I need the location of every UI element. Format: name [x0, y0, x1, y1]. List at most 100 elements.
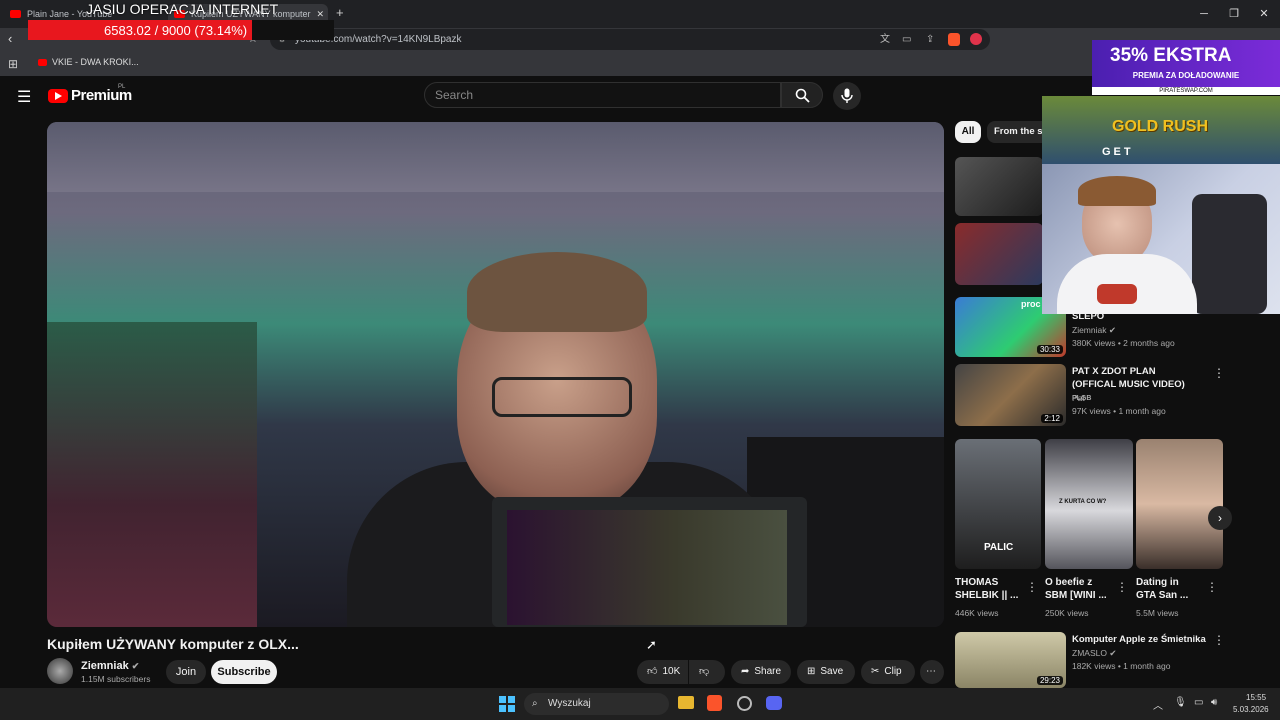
video-frame-laptop-screen [507, 510, 787, 625]
channel-text: Ziemniak [1072, 325, 1107, 335]
duration-badge: 29:23 [1036, 676, 1063, 685]
clock-date[interactable]: 5.03.2026 [1233, 705, 1269, 714]
video-title[interactable]: PAT X ZDOT PLAN (OFFICAL MUSIC VIDEO) PL… [1072, 365, 1197, 405]
more-actions-button[interactable]: ⋯ [920, 660, 944, 684]
video-channel[interactable]: ZMASLO ✔ [1072, 647, 1116, 660]
scissors-icon: ✂ [871, 666, 880, 677]
subscribe-button[interactable]: Subscribe [211, 660, 277, 684]
share-icon: ➦ [741, 666, 750, 677]
game-title: GOLD RUSH [1112, 118, 1208, 135]
video-channel[interactable]: Pat [1072, 392, 1085, 405]
video-thumbnail[interactable]: 29:23 [955, 632, 1066, 688]
volume-icon[interactable]: 🔊︎ [1211, 697, 1217, 708]
duration-badge: 2:12 [1041, 414, 1063, 423]
short-thumbnail[interactable]: PALIC [955, 439, 1041, 569]
file-explorer-icon[interactable] [678, 696, 694, 709]
dislike-button[interactable]: 👎︎ [689, 660, 725, 684]
video-thumbnail[interactable] [955, 223, 1043, 285]
apps-grid-icon[interactable]: ⊞ [8, 57, 18, 71]
goal-progress-text: 6583.02 / 9000 (73.14%) [104, 23, 248, 38]
chip-from-series[interactable]: From the se [987, 121, 1043, 143]
video-title[interactable]: Komputer Apple ze Śmietnika [1072, 633, 1206, 646]
address-bar[interactable]: ⚙ youtube.com/watch?v=14KN9LBpazk 文 ▭ ⇪ [270, 29, 990, 50]
close-window-icon[interactable]: ✕ [1256, 6, 1272, 22]
clip-label: Clip [884, 666, 902, 677]
more-vert-icon[interactable]: ⋮ [1213, 366, 1225, 380]
minimize-icon[interactable]: ─ [1196, 6, 1212, 22]
network-icon[interactable]: ▭ [1194, 697, 1203, 708]
cast-icon[interactable]: ▭ [902, 29, 911, 50]
channel-avatar[interactable] [47, 658, 73, 684]
more-vert-icon[interactable]: ⋮ [1026, 580, 1038, 594]
brave-shield-icon[interactable] [948, 33, 960, 46]
goal-title: JASIU OPERACJA INTERNET [86, 1, 279, 17]
share-label: Share [754, 666, 782, 677]
taskbar-search[interactable]: ⌕ Wyszukaj [524, 693, 669, 715]
video-thumbnail[interactable]: 2:12 [955, 364, 1066, 426]
game-subtitle: GET [1102, 146, 1134, 158]
video-channel[interactable]: Ziemniak ✔ [1072, 324, 1116, 337]
microphone-icon [1097, 284, 1137, 304]
channel-name-text: Ziemniak [81, 660, 129, 672]
windows-start-icon[interactable] [499, 696, 515, 712]
short-thumbnail-text: PALIC [984, 542, 1014, 553]
video-thumbnail[interactable] [955, 157, 1043, 216]
new-tab-button[interactable]: + [336, 5, 344, 20]
like-button[interactable]: 👍︎ 10K [637, 660, 688, 684]
restore-icon[interactable]: ❐ [1226, 6, 1242, 22]
menu-icon[interactable]: ☰ [17, 87, 31, 107]
short-title[interactable]: Dating in GTA San ... [1136, 576, 1200, 602]
chip-all[interactable]: All [955, 121, 981, 143]
share-button[interactable]: ➦ Share [731, 660, 791, 684]
ad-domain: PIRATESWAP.COM [1092, 87, 1280, 95]
verified-icon: ✔ [1108, 325, 1116, 335]
brave-browser-icon[interactable] [707, 695, 722, 711]
game-overlay: GOLD RUSH GET [1042, 96, 1280, 164]
bookmarks-bar: ⊞ VKIE - DWA KROKI... [0, 52, 1280, 76]
video-meta: 380K views • 2 months ago [1072, 338, 1175, 348]
clock-time[interactable]: 15:55 [1246, 693, 1266, 702]
mouse-cursor-icon: ➚ [646, 637, 657, 652]
rewards-icon[interactable] [970, 33, 982, 45]
save-playlist-icon: ⊞ [807, 666, 816, 677]
share-page-icon[interactable]: ⇪ [926, 29, 934, 50]
thumbs-up-icon: 👍︎ [647, 666, 658, 677]
search-input[interactable]: Search [424, 82, 781, 108]
youtube-favicon-icon [38, 58, 47, 66]
more-vert-icon[interactable]: ⋮ [1213, 633, 1225, 647]
ad-subline: PREMIA ZA DOŁADOWANIE [1132, 71, 1240, 80]
video-player[interactable] [47, 122, 944, 627]
translate-icon[interactable]: 文 [880, 29, 890, 50]
clip-button[interactable]: ✂ Clip [861, 660, 915, 684]
close-tab-icon[interactable]: ✕ [317, 9, 325, 20]
voice-search-button[interactable] [833, 82, 861, 110]
short-thumbnail-text: Z KURTA CO W? [1059, 499, 1107, 505]
short-thumbnail[interactable]: Z KURTA CO W? [1045, 439, 1133, 569]
bookmark-label: VKIE - DWA KROKI... [52, 57, 139, 67]
channel-name[interactable]: Ziemniak ✔ [81, 660, 139, 672]
verified-icon: ✔ [131, 661, 140, 671]
search-icon: ⌕ [532, 698, 538, 709]
search-icon [795, 88, 810, 103]
save-button[interactable]: ⊞ Save [797, 660, 855, 684]
chevron-up-icon[interactable]: ︿ [1153, 697, 1163, 712]
more-vert-icon[interactable]: ⋮ [1206, 580, 1218, 594]
video-frame-background [47, 322, 257, 627]
verified-icon: ✔ [1109, 648, 1117, 658]
chevron-right-icon[interactable]: › [1208, 506, 1232, 530]
microphone-icon[interactable]: 🎙︎ [1174, 697, 1187, 708]
app-icon[interactable] [737, 696, 752, 711]
short-views: 5.5M views [1136, 608, 1179, 618]
back-icon[interactable]: ‹ [8, 31, 12, 46]
taskbar-search-label: Wyszukaj [548, 698, 591, 709]
search-button[interactable] [781, 82, 823, 108]
short-title[interactable]: THOMAS SHELBIK || ... [955, 576, 1025, 602]
more-vert-icon[interactable]: ⋮ [1116, 580, 1128, 594]
bookmark-item[interactable]: VKIE - DWA KROKI... [38, 57, 139, 67]
streamer-webcam [1042, 164, 1280, 314]
discord-icon[interactable] [766, 696, 782, 710]
short-views: 250K views [1045, 608, 1089, 618]
join-button[interactable]: Join [166, 660, 206, 684]
short-thumbnail[interactable] [1136, 439, 1223, 569]
short-title[interactable]: O beefie z SBM [WINI ... [1045, 576, 1117, 602]
